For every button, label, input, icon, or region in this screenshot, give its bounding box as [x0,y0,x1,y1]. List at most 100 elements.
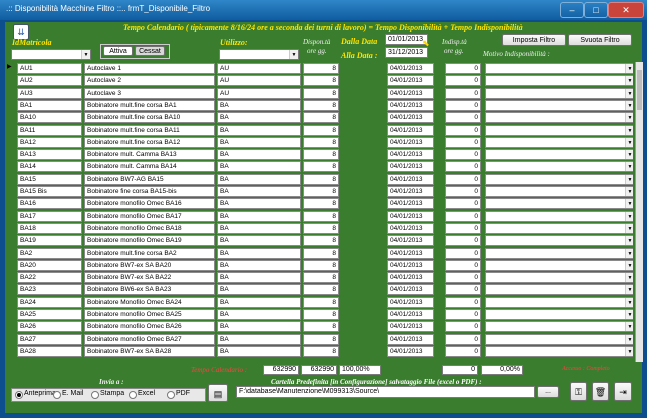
cell-id[interactable]: BA18 [17,222,82,234]
cell-indisp[interactable]: 0 [445,63,481,74]
cell-indisp[interactable]: 0 [445,333,481,345]
cell-data[interactable]: 04/01/2013 [387,259,434,271]
cell-ore[interactable]: 8 [303,235,339,247]
cell-utilizzo[interactable]: BA [217,173,301,185]
imposta-filtro-button[interactable]: Imposta Filtro [502,34,566,46]
cell-desc[interactable]: Bobinatore mult.fine corsa BA10 [84,112,215,124]
cell-indisp[interactable]: 0 [445,198,481,210]
cell-desc[interactable]: Bobinatore Monofilo Omec BA24 [84,296,215,308]
table-row[interactable]: BA25 Bobinatore monofilo Omec BA25 BA 8 04/0… [7,308,633,320]
cell-data[interactable]: 04/01/2013 [387,87,434,99]
cell-indisp[interactable]: 0 [445,149,481,161]
cell-motivo-combo[interactable]: ▼ [485,112,633,124]
cell-motivo-combo[interactable]: ▼ [485,173,633,185]
cell-motivo-combo[interactable]: ▼ [485,309,633,320]
table-row[interactable]: ▶ AU1 Autoclave 1 AU 8 04/01/2013 0 ▼ [7,62,633,74]
cell-utilizzo[interactable]: BA [217,235,301,247]
cell-data[interactable]: 04/01/2013 [387,272,434,284]
cell-id[interactable]: BA15 [17,173,82,185]
cell-utilizzo[interactable]: BA [217,222,301,234]
cell-desc[interactable]: Bobinatore BW7-ex SA BA28 [84,345,215,357]
cell-motivo-combo[interactable]: ▼ [485,247,633,259]
scrollbar-thumb[interactable] [637,70,642,110]
cell-indisp[interactable]: 0 [445,296,481,308]
cell-desc[interactable]: Bobinatore mult.fine corsa BA11 [84,124,215,136]
cell-utilizzo[interactable]: BA [217,321,301,333]
cell-id[interactable]: BA15 Bis [17,186,82,197]
cell-id[interactable]: BA22 [17,272,82,284]
cell-ore[interactable]: 8 [303,173,339,185]
cell-desc[interactable]: Bobinatore monofilo Omec BA25 [84,309,215,320]
table-row[interactable]: BA13 Bobinatore mult. Camma BA13 BA 8 04/01/… [7,148,633,161]
matricola-combo[interactable]: ▼ [11,49,91,60]
cell-indisp[interactable]: 0 [445,173,481,185]
cell-indisp[interactable]: 0 [445,87,481,99]
cell-motivo-combo[interactable]: ▼ [485,63,633,74]
cell-data[interactable]: 04/01/2013 [387,63,434,74]
cell-desc[interactable]: Bobinatore mult.fine corsa BA2 [84,247,215,259]
cell-motivo-combo[interactable]: ▼ [485,235,633,247]
cell-data[interactable]: 04/01/2013 [387,99,434,111]
table-row[interactable]: BA12 Bobinatore mult.fine corsa BA12 BA 8 04… [7,136,633,148]
cell-motivo-combo[interactable]: ▼ [485,222,633,234]
radio-stampa[interactable] [91,391,99,399]
cell-motivo-combo[interactable]: ▼ [485,161,633,173]
cell-ore[interactable]: 8 [303,309,339,320]
key-icon[interactable]: ⚿ [570,382,587,401]
cell-motivo-combo[interactable]: ▼ [485,210,633,222]
svuota-filtro-button[interactable]: Svuota Filtro [568,34,632,46]
cell-motivo-combo[interactable]: ▼ [485,333,633,345]
cell-desc[interactable]: Bobinatore mult. Camma BA14 [84,161,215,173]
cell-id[interactable]: AU3 [17,87,82,99]
cell-ore[interactable]: 8 [303,186,339,197]
table-row[interactable]: BA15 Bis Bobinatore fine corsa BA15-bis BA… [7,185,633,197]
cell-utilizzo[interactable]: BA [217,259,301,271]
table-row[interactable]: BA14 Bobinatore mult. Camma BA14 BA 8 04/01/… [7,160,633,173]
cell-utilizzo[interactable]: AU [217,75,301,87]
cell-id[interactable]: BA17 [17,210,82,222]
report-icon[interactable]: ▤ [208,384,228,402]
cell-ore[interactable]: 8 [303,124,339,136]
cell-ore[interactable]: 8 [303,136,339,148]
table-row[interactable]: BA24 Bobinatore Monofilo Omec BA24 BA 8 04/0… [7,296,633,308]
cell-id[interactable]: BA2 [17,247,82,259]
cell-id[interactable]: BA14 [17,161,82,173]
cell-id[interactable]: BA23 [17,284,82,296]
cell-id[interactable]: BA27 [17,333,82,345]
cell-utilizzo[interactable]: BA [217,247,301,259]
table-row[interactable]: BA15 Bobinatore BW7-AG BA15 BA 8 04/01/2013 0… [7,173,633,185]
cell-id[interactable]: BA1 [17,99,82,111]
cell-motivo-combo[interactable]: ▼ [485,75,633,87]
radio-email[interactable] [53,391,61,399]
cell-ore[interactable]: 8 [303,149,339,161]
close-button[interactable]: ✕ [608,2,644,18]
cell-data[interactable]: 04/01/2013 [387,198,434,210]
cell-motivo-combo[interactable]: ▼ [485,136,633,148]
cell-ore[interactable]: 8 [303,259,339,271]
cell-ore[interactable]: 8 [303,284,339,296]
cell-id[interactable]: BA20 [17,259,82,271]
cell-indisp[interactable]: 0 [445,345,481,357]
cell-id[interactable]: BA26 [17,321,82,333]
cell-data[interactable]: 04/01/2013 [387,235,434,247]
cell-indisp[interactable]: 0 [445,99,481,111]
cell-utilizzo[interactable]: BA [217,112,301,124]
cell-indisp[interactable]: 0 [445,186,481,197]
cell-desc[interactable]: Bobinatore monofilo Omec BA26 [84,321,215,333]
cell-desc[interactable]: Bobinatore monofilo Omec BA16 [84,198,215,210]
cell-indisp[interactable]: 0 [445,247,481,259]
cell-utilizzo[interactable]: AU [217,63,301,74]
cell-data[interactable]: 04/01/2013 [387,149,434,161]
cell-utilizzo[interactable]: BA [217,149,301,161]
cell-data[interactable]: 04/01/2013 [387,75,434,87]
cell-motivo-combo[interactable]: ▼ [485,259,633,271]
cell-data[interactable]: 04/01/2013 [387,173,434,185]
cell-utilizzo[interactable]: BA [217,309,301,320]
cell-desc[interactable]: Bobinatore monofilo Omec BA17 [84,210,215,222]
cessat-toggle[interactable]: Cessat [135,46,165,56]
cell-id[interactable]: BA10 [17,112,82,124]
cell-utilizzo[interactable]: BA [217,198,301,210]
cell-utilizzo[interactable]: BA [217,272,301,284]
cell-motivo-combo[interactable]: ▼ [485,296,633,308]
cell-desc[interactable]: Bobinatore BW7-AG BA15 [84,173,215,185]
